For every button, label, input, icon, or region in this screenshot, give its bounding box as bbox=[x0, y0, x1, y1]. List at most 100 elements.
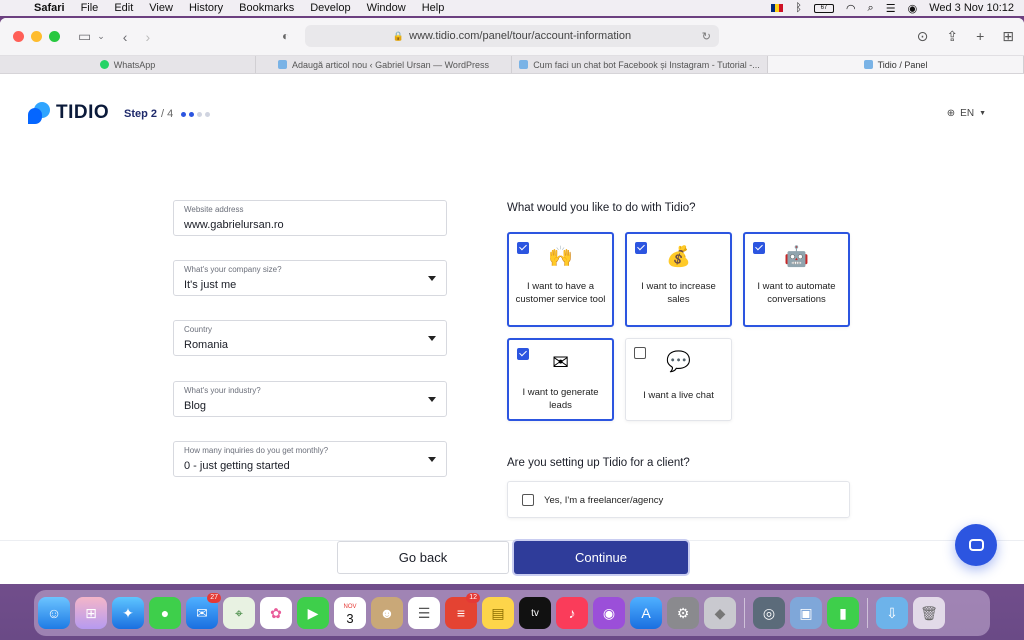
checkbox-unchecked[interactable] bbox=[522, 494, 534, 506]
calendar-icon[interactable]: NOV 3 bbox=[334, 597, 366, 629]
safari-icon[interactable]: ✦ bbox=[112, 597, 144, 629]
tab-tidio-panel[interactable]: Tidio / Panel bbox=[768, 56, 1024, 73]
bluetooth-icon[interactable]: ᛒ bbox=[795, 2, 802, 14]
continue-button[interactable]: Continue bbox=[514, 541, 688, 574]
forward-arrow-icon[interactable]: › bbox=[145, 29, 150, 45]
mail-badge: 27 bbox=[207, 593, 221, 603]
share-icon[interactable]: ⇪ bbox=[946, 28, 958, 45]
caret-down-icon bbox=[428, 276, 436, 281]
company-size-select[interactable]: What's your company size? It's just me bbox=[173, 260, 447, 296]
system-preferences-icon[interactable]: ⚙ bbox=[667, 597, 699, 629]
menu-help[interactable]: Help bbox=[422, 2, 445, 14]
go-back-button[interactable]: Go back bbox=[337, 541, 509, 574]
close-window-icon[interactable] bbox=[13, 31, 24, 42]
goal-card-customer-service[interactable]: 🙌 I want to have a customer service tool bbox=[507, 232, 614, 327]
menu-history[interactable]: History bbox=[189, 2, 223, 14]
tab-label: WhatsApp bbox=[113, 59, 156, 70]
goal-card-generate-leads[interactable]: ✉ I want to generate leads bbox=[507, 338, 614, 421]
siri-icon[interactable]: ◉ bbox=[908, 2, 918, 15]
music-icon[interactable]: ♪ bbox=[556, 597, 588, 629]
contacts-icon[interactable]: ☻ bbox=[371, 597, 403, 629]
roblox-icon[interactable]: ◆ bbox=[704, 597, 736, 629]
podcasts-icon[interactable]: ◉ bbox=[593, 597, 625, 629]
tab-wordpress[interactable]: Adaugă articol nou ‹ Gabriel Ursan — Wor… bbox=[256, 56, 512, 73]
chevron-down-icon[interactable]: ⌄ bbox=[97, 31, 105, 42]
address-bar[interactable]: 🔒 www.tidio.com/panel/tour/account-infor… bbox=[305, 25, 719, 47]
goal-card-automate[interactable]: 🤖 I want to automate conversations bbox=[743, 232, 850, 327]
privacy-shield-icon[interactable]: ◐ bbox=[282, 29, 289, 43]
freelancer-label: Yes, I'm a freelancer/agency bbox=[544, 495, 664, 506]
menu-bookmarks[interactable]: Bookmarks bbox=[239, 2, 294, 14]
downloads-folder-icon[interactable]: ⇩ bbox=[876, 597, 908, 629]
step-indicator: Step 2 / 4 bbox=[124, 108, 211, 120]
calendar-day: 3 bbox=[346, 611, 354, 626]
maps-icon[interactable]: ⌖ bbox=[223, 597, 255, 629]
sidebar-toggle-icon[interactable]: ▭ bbox=[78, 28, 91, 45]
freelancer-option[interactable]: Yes, I'm a freelancer/agency bbox=[507, 481, 850, 518]
page-favicon-icon bbox=[863, 60, 873, 69]
website-address-field[interactable]: Website address www.gabrielursan.ro bbox=[173, 200, 447, 236]
todoist-icon[interactable]: ≡ 12 bbox=[445, 593, 480, 629]
field-label: What's your company size? bbox=[184, 265, 282, 274]
raised-hands-icon: 🙌 bbox=[548, 246, 573, 268]
downloads-icon[interactable]: ⊙ bbox=[917, 28, 929, 45]
money-bag-icon: 💰 bbox=[666, 246, 691, 268]
finder-icon[interactable]: ☺ bbox=[38, 597, 70, 629]
wifi-icon[interactable]: ◠ bbox=[846, 2, 856, 15]
goal-card-increase-sales[interactable]: 💰 I want to increase sales bbox=[625, 232, 732, 327]
caret-down-icon bbox=[428, 336, 436, 341]
language-label: EN bbox=[960, 108, 975, 119]
country-select[interactable]: Country Romania bbox=[173, 320, 447, 356]
menu-edit[interactable]: Edit bbox=[114, 2, 133, 14]
caret-down-icon bbox=[428, 457, 436, 462]
mail-icon[interactable]: ✉ 27 bbox=[186, 593, 221, 629]
field-value: It's just me bbox=[184, 279, 237, 291]
launchpad-icon[interactable]: ⊞ bbox=[75, 597, 107, 629]
control-center-icon[interactable]: ☰ bbox=[886, 2, 896, 15]
field-value: 0 - just getting started bbox=[184, 460, 290, 472]
photos-icon[interactable]: ✿ bbox=[260, 597, 292, 629]
menubar-clock[interactable]: Wed 3 Nov 10:12 bbox=[929, 2, 1014, 14]
speech-bubble-icon: 💬 bbox=[666, 351, 691, 373]
app-store-icon[interactable]: A bbox=[630, 597, 662, 629]
notes-icon[interactable]: ▤ bbox=[482, 597, 514, 629]
romania-flag-icon[interactable] bbox=[771, 4, 784, 12]
apple-tv-icon[interactable]: tv bbox=[519, 597, 551, 629]
field-label: Website address bbox=[184, 205, 244, 214]
new-tab-icon[interactable]: + bbox=[976, 28, 984, 45]
reload-icon[interactable]: ↻ bbox=[702, 30, 711, 43]
trash-icon[interactable]: 🗑 bbox=[913, 597, 945, 629]
menubar: Safari File Edit View History Bookmarks … bbox=[0, 0, 1024, 16]
caret-down-icon: ▼ bbox=[979, 110, 986, 117]
menu-file[interactable]: File bbox=[81, 2, 99, 14]
page-favicon-icon bbox=[519, 60, 529, 69]
tab-bar: WhatsApp Adaugă articol nou ‹ Gabriel Ur… bbox=[0, 56, 1024, 74]
tidio-page: TIDIO Step 2 / 4 ⊕ EN ▼ Website address … bbox=[0, 75, 1024, 584]
tab-tutorial[interactable]: Cum faci un chat bot Facebook și Instagr… bbox=[512, 56, 768, 73]
menu-view[interactable]: View bbox=[149, 2, 173, 14]
chat-widget-button[interactable] bbox=[955, 524, 997, 566]
tidio-logo[interactable]: TIDIO bbox=[28, 102, 109, 124]
minimize-window-icon[interactable] bbox=[31, 31, 42, 42]
preview-icon[interactable]: ▣ bbox=[790, 597, 822, 629]
menu-develop[interactable]: Develop bbox=[310, 2, 350, 14]
goal-label: I want to automate conversations bbox=[757, 281, 836, 305]
tab-label: Tidio / Panel bbox=[877, 59, 928, 70]
quicktime-icon[interactable]: ◎ bbox=[753, 597, 785, 629]
language-selector[interactable]: ⊕ EN ▼ bbox=[947, 108, 986, 119]
search-icon[interactable]: ⌕ bbox=[868, 2, 874, 15]
facetime-icon[interactable]: ▶ bbox=[297, 597, 329, 629]
tab-whatsapp[interactable]: WhatsApp bbox=[0, 56, 256, 73]
zoom-window-icon[interactable] bbox=[49, 31, 60, 42]
numbers-icon[interactable]: ▮ bbox=[827, 597, 859, 629]
industry-select[interactable]: What's your industry? Blog bbox=[173, 381, 447, 417]
tab-overview-icon[interactable]: ⊞ bbox=[1002, 28, 1014, 45]
menu-window[interactable]: Window bbox=[367, 2, 406, 14]
inquiries-select[interactable]: How many inquiries do you get monthly? 0… bbox=[173, 441, 447, 477]
messages-icon[interactable]: ● bbox=[149, 597, 181, 629]
reminders-icon[interactable]: ☰ bbox=[408, 597, 440, 629]
menu-app-name[interactable]: Safari bbox=[34, 2, 65, 14]
goal-card-live-chat[interactable]: 💬 I want a live chat bbox=[625, 338, 732, 421]
back-arrow-icon[interactable]: ‹ bbox=[123, 29, 128, 45]
battery-icon[interactable]: 67 bbox=[813, 3, 834, 13]
